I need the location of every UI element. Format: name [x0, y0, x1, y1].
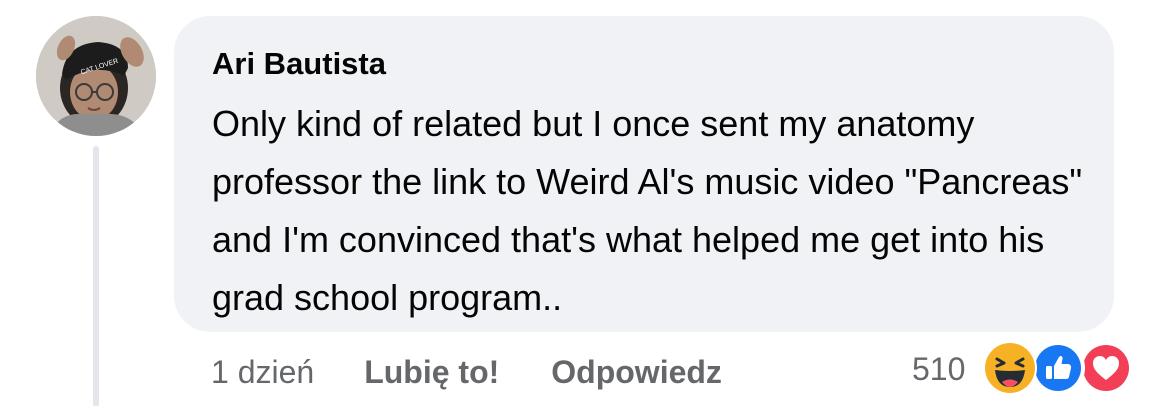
comment-actions: 1 dzień Lubię to! Odpowiedz: [211, 348, 774, 396]
comment-author[interactable]: Ari Bautista: [212, 44, 1078, 84]
reactions-summary[interactable]: 510: [912, 341, 1134, 397]
comment-text: Only kind of related but I once sent my …: [212, 103, 1083, 318]
love-icon: [1079, 341, 1134, 395]
thread-line: [93, 146, 99, 406]
like-icon: [1031, 341, 1086, 395]
comment-timestamp[interactable]: 1 dzień: [211, 354, 314, 391]
reaction-icons: [983, 341, 1134, 397]
comment-bubble: Ari Bautista Only kind of related but I …: [174, 16, 1114, 332]
like-button[interactable]: Lubię to!: [364, 354, 499, 391]
reply-button[interactable]: Odpowiedz: [551, 354, 722, 391]
haha-icon: [983, 341, 1038, 395]
avatar[interactable]: CAT LOVER: [36, 16, 156, 136]
avatar-image: CAT LOVER: [36, 16, 156, 136]
reaction-count: 510: [912, 350, 966, 387]
